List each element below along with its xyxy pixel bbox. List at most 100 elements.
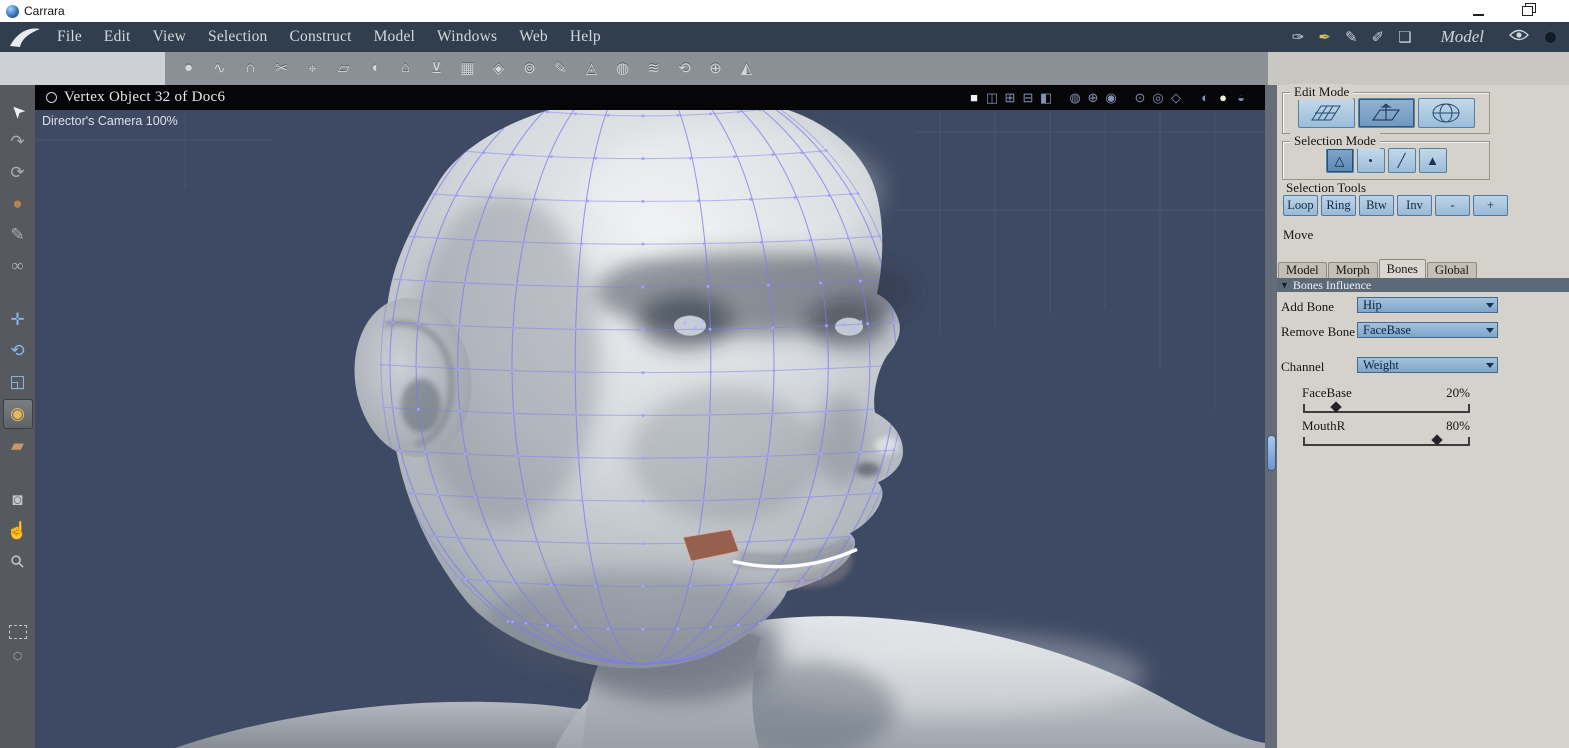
menu-windows[interactable]: Windows (426, 28, 508, 46)
selection-tool-inv-button[interactable]: Inv (1397, 195, 1432, 216)
sphere-brush-tool[interactable]: ● (4, 190, 32, 218)
page-tool-icon[interactable]: ❏ (1398, 28, 1411, 47)
viewport-display-icons: ■ ◫ ⊞ ⊟ ◧ ◍ ⊕ ◉ ⊙ ◎ ◇ ◐ ● ◒ (966, 90, 1265, 106)
slider-track-facebase[interactable] (1303, 401, 1470, 413)
pose-tool-icon[interactable]: ✑ (1292, 28, 1305, 47)
tab-morph[interactable]: Morph (1327, 262, 1378, 278)
visibility-dot-icon[interactable] (1544, 30, 1557, 44)
marquee-select-tool[interactable] (8, 625, 27, 639)
selection-tool-btw-button[interactable]: Btw (1359, 195, 1394, 216)
orbit-icon[interactable]: ⊙ (1132, 90, 1148, 106)
wave-tool[interactable]: ≋ (640, 57, 667, 81)
menu-help[interactable]: Help (559, 28, 612, 46)
viewport-canvas[interactable]: Director's Camera 100% (35, 110, 1265, 748)
slider-handle[interactable] (1430, 434, 1443, 446)
flat-preview-icon[interactable]: ◇ (1168, 90, 1184, 106)
menu-file[interactable]: File (46, 28, 93, 46)
selection-tool-minus-button[interactable]: - (1435, 195, 1470, 216)
move-tool[interactable]: ✛ (4, 306, 32, 334)
slider-value: 20% (1446, 385, 1470, 400)
axis-globe-icon[interactable]: ⊕ (1085, 90, 1101, 106)
zoom-tool[interactable]: ⚲ (0, 542, 37, 582)
add-bone-dropdown[interactable]: Hip (1357, 297, 1498, 313)
rotate-view-tool[interactable]: ⟳ (4, 159, 32, 187)
menu-construct[interactable]: Construct (279, 28, 363, 46)
lathe-tool[interactable]: ⊻ (423, 57, 450, 81)
wire-globe-icon[interactable]: ◍ (1067, 90, 1083, 106)
add-point-tool[interactable]: ⊕ (702, 57, 729, 81)
select-arrow-tool[interactable]: ➤ (0, 91, 37, 131)
channel-dropdown[interactable]: Weight (1357, 357, 1498, 373)
vault-tool[interactable]: ⌂ (392, 57, 419, 81)
tab-model[interactable]: Model (1278, 262, 1327, 278)
selection-tool-plus-button[interactable]: + (1473, 195, 1508, 216)
pyramid-tool[interactable]: ◭ (733, 57, 760, 81)
bottom-shaded-icon[interactable]: ◒ (1233, 90, 1249, 106)
viewport-menu-icon[interactable] (46, 92, 57, 103)
brush-tool-icon[interactable]: ✒ (1318, 28, 1331, 47)
needle-tool[interactable]: ✎ (4, 221, 32, 249)
collapse-triangle-icon[interactable]: ▼ (1280, 280, 1289, 290)
viewport-header: Vertex Object 32 of Doc6 ■ ◫ ⊞ ⊟ ◧ ◍ ⊕ ◉ ⊙ ◎ ◇ ◐ ● ◒ (35, 85, 1265, 110)
curve-tool[interactable]: ∿ (206, 57, 233, 81)
target-point-tool[interactable]: ⌖ (299, 57, 326, 81)
rotate-tool[interactable]: ⟲ (4, 337, 32, 365)
lasso-select-tool[interactable]: ◌ (4, 642, 32, 670)
spin-tool[interactable]: ⟲ (671, 57, 698, 81)
grid-tool[interactable]: ▦ (454, 57, 481, 81)
wedge-tool[interactable]: ▰ (4, 432, 32, 460)
edit-mode-gizmo-button[interactable] (1357, 98, 1415, 128)
selection-mode-point-button[interactable]: • (1356, 148, 1385, 173)
menu-web[interactable]: Web (508, 28, 559, 46)
knife-tool-icon[interactable]: ✐ (1372, 28, 1385, 47)
remove-bone-dropdown[interactable]: FaceBase (1357, 322, 1498, 338)
chain-link-tool[interactable]: ∞ (4, 252, 32, 280)
arc-tool[interactable]: ∩ (237, 57, 264, 81)
camera-tool[interactable]: ◙ (4, 486, 32, 514)
selection-mode-face-button[interactable]: ▲ (1418, 148, 1447, 173)
ring-tool[interactable]: ⊚ (516, 57, 543, 81)
bend-arrow-tool[interactable]: ↷ (4, 128, 32, 156)
target-orbit-icon[interactable]: ◎ (1150, 90, 1166, 106)
pen-tool-icon[interactable]: ✎ (1345, 28, 1358, 47)
half-shaded-icon[interactable]: ◐ (1197, 90, 1213, 106)
splitter-handle[interactable] (1267, 435, 1276, 471)
scale-tool[interactable]: ◱ (4, 368, 32, 396)
selection-tool-loop-button[interactable]: Loop (1283, 195, 1318, 216)
eye-icon[interactable] (1509, 28, 1529, 46)
pen-tool[interactable]: ✎ (547, 57, 574, 81)
window-title: Carrara (24, 4, 65, 18)
layout-3pane-icon[interactable]: ⊟ (1020, 90, 1036, 106)
layout-4pane-icon[interactable]: ⊞ (1002, 90, 1018, 106)
slider-handle[interactable] (1330, 401, 1343, 413)
maximize-button[interactable] (1522, 6, 1533, 16)
selection-mode-edge-button[interactable]: ╱ (1387, 148, 1416, 173)
tab-global[interactable]: Global (1426, 262, 1477, 278)
edit-mode-grid-button[interactable] (1297, 98, 1355, 128)
tab-bones[interactable]: Bones (1378, 259, 1426, 278)
layout-single-icon[interactable]: ■ (966, 90, 982, 106)
scissors-tool[interactable]: ✂ (268, 57, 295, 81)
bones-influence-header[interactable]: ▼ Bones Influence (1277, 278, 1569, 292)
shaded-preview-icon[interactable]: ● (1215, 90, 1231, 106)
menu-edit[interactable]: Edit (93, 28, 142, 46)
half-oval-tool[interactable]: ◖ (361, 57, 388, 81)
menu-model[interactable]: Model (363, 28, 426, 46)
diamond-tool[interactable]: ◈ (485, 57, 512, 81)
selection-tool-ring-button[interactable]: Ring (1321, 195, 1356, 216)
slider-track-mouthr[interactable] (1303, 434, 1470, 446)
cone-tool[interactable]: ◬ (578, 57, 605, 81)
dot-globe-icon[interactable]: ◉ (1103, 90, 1119, 106)
layout-split-icon[interactable]: ◧ (1038, 90, 1054, 106)
edit-mode-sphere-button[interactable] (1417, 98, 1475, 128)
camera-label[interactable]: Director's Camera 100% (42, 114, 178, 128)
selection-mode-wire-button[interactable]: △ (1325, 148, 1354, 173)
layout-2pane-icon[interactable]: ◫ (984, 90, 1000, 106)
menu-view[interactable]: View (142, 28, 197, 46)
sphere-primitive-tool[interactable]: ● (175, 57, 202, 81)
universal-manipulator-tool[interactable]: ◉ (2, 399, 33, 429)
polygon-tool[interactable]: ▱ (330, 57, 357, 81)
minimize-button[interactable] (1473, 6, 1484, 16)
wire-sphere-tool[interactable]: ◍ (609, 57, 636, 81)
menu-selection[interactable]: Selection (197, 28, 278, 46)
